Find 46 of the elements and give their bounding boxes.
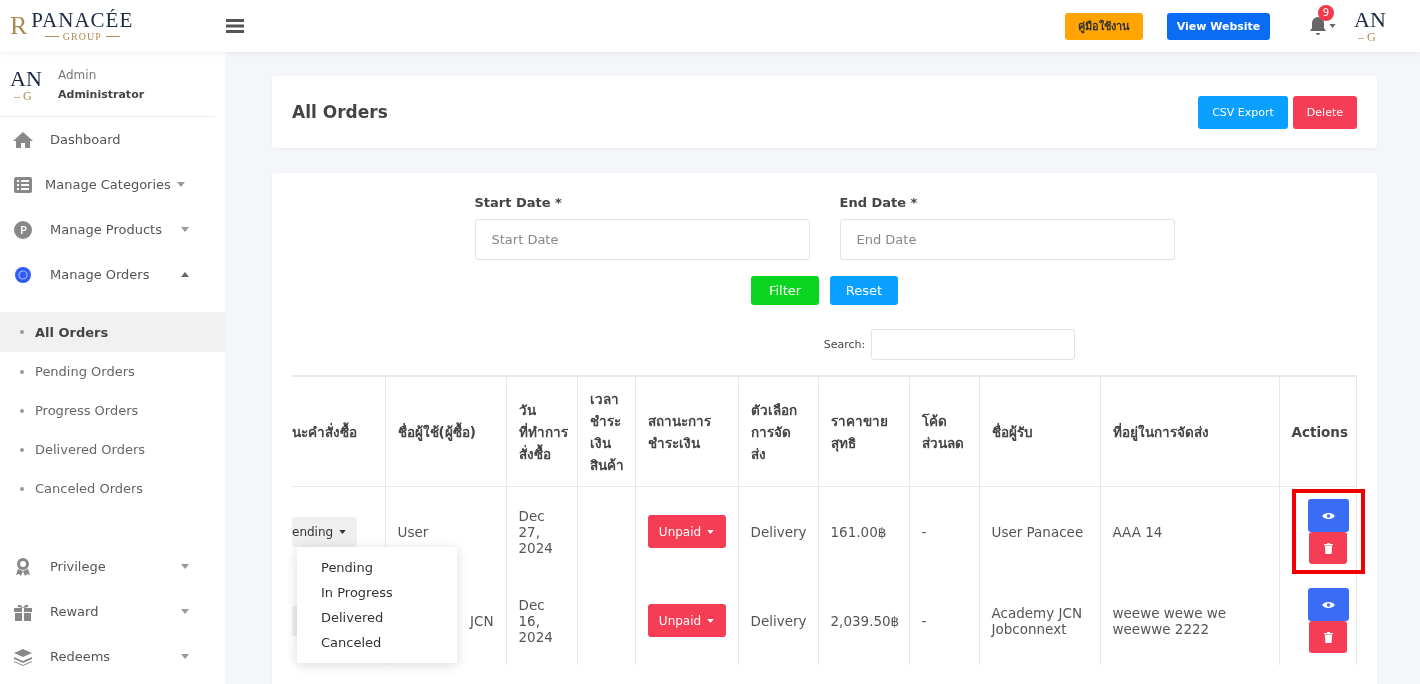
payment-status-button[interactable]: Unpaid — [647, 515, 726, 548]
column-header: ชื่อผู้รับ — [979, 376, 1100, 487]
column-header: Actions — [1279, 376, 1356, 487]
table-cell: - — [909, 576, 979, 665]
nav-item[interactable]: Privilege — [50, 559, 106, 574]
column-header: ชื่อผู้ใช้(ผู้ซื้อ) — [385, 376, 506, 487]
search-label: Search: — [823, 338, 866, 351]
column-header: เวลา ชำระ เงิน สินค้า — [577, 376, 635, 487]
avatar-logo[interactable]: AN – G — [1354, 9, 1394, 43]
column-header: ตัวเลือก การจัด ส่ง — [738, 376, 818, 487]
payment-status-button[interactable]: Unpaid — [647, 604, 726, 637]
submenu-item[interactable]: Delivered Orders — [0, 430, 225, 469]
column-header: สถานะการ ชำระเงิน — [635, 376, 738, 487]
nav-item[interactable]: Reward — [50, 604, 99, 619]
table-cell: Dec 16, 2024 — [506, 576, 577, 665]
column-header: ที่อยู่ในการจัดส่ง — [1100, 376, 1279, 487]
submenu-item[interactable]: Pending Orders — [0, 352, 225, 391]
field-label: End Date * — [839, 195, 919, 210]
delete-button[interactable]: Delete — [1292, 95, 1357, 129]
table-cell: Delivery — [738, 576, 818, 665]
table-cell: weewe wewe we weewwe 2222 — [1100, 576, 1279, 665]
user-name: Admin — [58, 68, 98, 82]
column-header: วัน ที่ทำการ สั่งซื้อ — [506, 376, 577, 487]
page-title: All Orders — [292, 102, 388, 122]
column-header: โค้ด ส่วนลด — [909, 376, 979, 487]
user-role: Administrator — [58, 88, 145, 101]
order-status-button[interactable]: ending — [292, 516, 357, 547]
table-cell: 2,039.50฿ — [818, 576, 909, 665]
submenu-item[interactable]: All Orders — [0, 312, 225, 352]
nav-item[interactable]: Manage Categories — [45, 177, 171, 192]
field-label: Start Date * — [474, 195, 563, 210]
submenu-item[interactable]: Progress Orders — [0, 391, 225, 430]
user-logo: AN – G — [10, 68, 43, 102]
start-date-field[interactable]: Start Date — [474, 219, 810, 260]
notification-badge: 9 — [1318, 5, 1334, 21]
view-website-button[interactable]: View Website — [1167, 12, 1270, 40]
submenu-item[interactable]: Canceled Orders — [0, 469, 225, 508]
column-header: ราคาขาย สุทธิ — [818, 376, 909, 487]
nav-item[interactable]: Dashboard — [50, 132, 121, 147]
nav-item[interactable]: Redeems — [50, 649, 111, 664]
end-date-field[interactable]: End Date — [839, 219, 1175, 260]
column-header: นะคำสั่งซื้อ — [292, 376, 385, 487]
table-cell: Academy JCN Jobconnext — [979, 576, 1100, 665]
nav-item[interactable]: Manage Orders — [50, 267, 150, 282]
manual-button[interactable]: คู่มือใช้งาน — [1065, 12, 1143, 40]
nav-item[interactable]: Manage Products — [50, 222, 162, 237]
